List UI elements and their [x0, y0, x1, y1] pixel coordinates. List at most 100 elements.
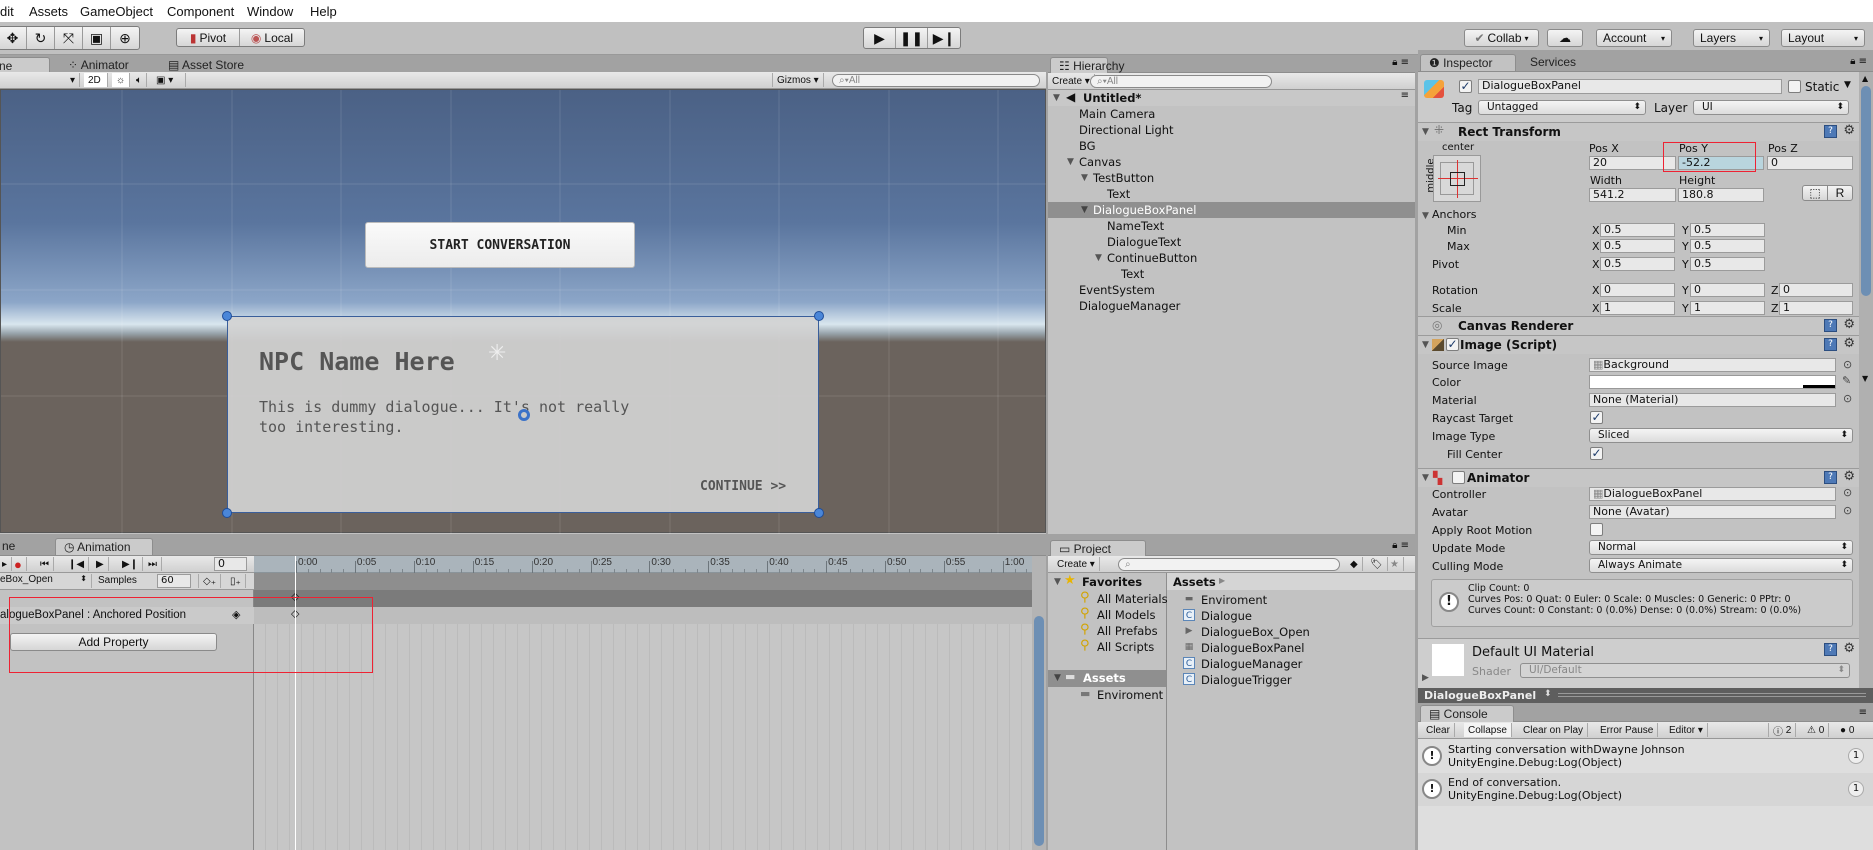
scene-menu-icon[interactable]: ≡ — [1401, 90, 1409, 101]
lock-menu-icon[interactable]: 🔒︎ ≡ — [1392, 57, 1409, 68]
anchors-label[interactable]: Anchors — [1432, 208, 1477, 221]
filter-type-icon[interactable]: ◆ — [1346, 557, 1363, 571]
console-collapse-button[interactable]: Collapse — [1464, 723, 1512, 737]
step-icon[interactable]: ▶❙ — [928, 28, 960, 48]
next-keyframe-icon[interactable]: ▶❙ — [118, 557, 144, 571]
favorite-item[interactable]: ⚲ All Prefabs — [1048, 622, 1166, 639]
help-icon[interactable]: ? — [1824, 471, 1837, 484]
tab-inspector[interactable]: ❶ Inspector — [1420, 54, 1516, 71]
local-button[interactable]: ◉ Local — [240, 29, 304, 46]
expand-arrow-icon[interactable]: ▼ — [1081, 173, 1088, 183]
scale-z-field[interactable]: 1 — [1779, 301, 1853, 315]
hierarchy-item[interactable]: ▼ Canvas — [1048, 154, 1415, 170]
shading-dropdown[interactable]: ▾ — [0, 73, 80, 87]
favorite-item[interactable]: ⚲ All Scripts — [1048, 638, 1166, 655]
start-conversation-button[interactable]: START CONVERSATION — [365, 222, 635, 268]
warning-count-toggle[interactable]: ⚠ 0 — [1803, 723, 1830, 737]
time-ruler[interactable]: 0:00 0:05 0:10 0:15 0:20 0:25 0:30 0:35 0:40 0:45… — [254, 556, 1040, 573]
pivot-button[interactable]: ▮ Pivot — [177, 29, 240, 46]
pos-z-field[interactable]: 0 — [1767, 156, 1853, 170]
gear-icon[interactable]: ⚙ — [1843, 317, 1855, 332]
anchor-presets-button[interactable] — [1433, 155, 1481, 202]
object-name-field[interactable]: DialogueBoxPanel — [1478, 79, 1782, 94]
move-tool-icon[interactable]: ✥ — [0, 27, 27, 49]
menu-edit[interactable]: dit — [0, 4, 14, 19]
max-x-field[interactable]: 0.5 — [1600, 239, 1675, 253]
play-icon[interactable]: ▶ — [864, 28, 896, 48]
object-picker-icon[interactable]: ⊙ — [1843, 504, 1852, 517]
add-keyframe-icon[interactable]: ◇₊ — [198, 574, 221, 588]
console-clear-on-play-button[interactable]: Clear on Play — [1519, 723, 1589, 737]
clip-dropdown[interactable]: eBox_Open ⬍ — [0, 574, 92, 588]
menu-assets[interactable]: Assets — [29, 4, 68, 19]
pivot-handle-icon[interactable] — [518, 409, 530, 421]
rot-y-field[interactable]: 0 — [1690, 283, 1765, 297]
favorite-item[interactable]: ⚲ All Models — [1048, 606, 1166, 623]
layer-dropdown[interactable]: UI — [1693, 100, 1849, 115]
resize-handle-icon[interactable] — [814, 508, 824, 518]
cloud-button[interactable]: ☁ — [1547, 29, 1583, 47]
expand-arrow-icon[interactable]: ▼ — [1095, 253, 1102, 263]
height-field[interactable]: 180.8 — [1678, 188, 1764, 202]
assets-folder-row[interactable]: ▼ ▬ Assets — [1048, 670, 1166, 687]
rect-transform-header[interactable]: ▼ ⁜ Rect Transform ? ⚙ — [1418, 122, 1859, 141]
favorite-icon[interactable]: ★ — [1386, 557, 1404, 571]
account-dropdown[interactable]: Account ▾ — [1596, 29, 1672, 47]
min-x-field[interactable]: 0.5 — [1600, 223, 1675, 237]
scale-tool-icon[interactable]: ⤧ — [55, 27, 83, 49]
tab-animation[interactable]: ◷ Animation — [55, 538, 153, 555]
menu-window[interactable]: Window — [247, 4, 293, 19]
resize-handle-icon[interactable] — [222, 508, 232, 518]
first-keyframe-icon[interactable]: ⏮ — [36, 557, 54, 571]
anchor-icon[interactable]: ✳ — [488, 341, 506, 366]
gizmos-dropdown[interactable]: Gizmos ▾ — [772, 73, 824, 87]
play-animation-icon[interactable]: ▶ — [92, 557, 109, 571]
expand-arrow-icon[interactable]: ▼ — [1054, 577, 1061, 587]
animator-enabled-checkbox[interactable] — [1452, 471, 1465, 484]
update-mode-dropdown[interactable]: Normal — [1589, 540, 1853, 555]
project-file-item[interactable]: C DialogueManager — [1167, 656, 1415, 672]
tab-services[interactable]: Services — [1522, 54, 1584, 71]
hierarchy-item[interactable]: BG — [1048, 138, 1415, 154]
project-file-item[interactable]: ▶ DialogueBox_Open — [1167, 624, 1415, 640]
scene-search-input[interactable]: ⌕▾All — [832, 74, 1040, 87]
project-file-item[interactable]: ▬ Enviroment — [1167, 592, 1415, 608]
scale-y-field[interactable]: 1 — [1690, 301, 1765, 315]
samples-field[interactable]: 60 — [157, 574, 191, 588]
gear-icon[interactable]: ⚙ — [1843, 469, 1855, 484]
material-field[interactable]: None (Material) — [1589, 393, 1836, 407]
preview-bar[interactable]: DialogueBoxPanel ⬍ — [1418, 688, 1873, 703]
root-motion-checkbox[interactable] — [1590, 523, 1603, 536]
prev-keyframe-icon[interactable]: ❙◀ — [64, 557, 90, 571]
tab-project[interactable]: ▭ Project — [1050, 540, 1146, 557]
scrollbar-thumb[interactable] — [1034, 616, 1044, 846]
hierarchy-item[interactable]: Text — [1048, 266, 1415, 282]
inspector-scrollbar[interactable]: ▲ ▼ — [1859, 72, 1873, 688]
dopesheet-scrollbar[interactable] — [1032, 556, 1046, 850]
gear-icon[interactable]: ⚙ — [1843, 123, 1855, 138]
hierarchy-item[interactable]: Main Camera — [1048, 106, 1415, 122]
lock-menu-icon[interactable]: 🔒︎ ≡ — [1392, 540, 1409, 551]
image-header[interactable]: ▼ ✓ Image (Script) ? ⚙ — [1418, 335, 1859, 354]
project-file-item[interactable]: C Dialogue — [1167, 608, 1415, 624]
expand-arrow-icon[interactable]: ▼ — [1081, 205, 1088, 215]
console-entry[interactable]: ! Starting conversation withDwayne Johnso… — [1418, 740, 1873, 773]
console-menu-icon[interactable]: ≡ — [1859, 707, 1867, 718]
hierarchy-create-button[interactable]: Create ▾ — [1048, 74, 1095, 88]
effects-icon[interactable]: ▣ ▾ — [152, 73, 186, 87]
hierarchy-item[interactable]: ▼ TestButton — [1048, 170, 1415, 186]
breadcrumb-assets[interactable]: Assets — [1173, 575, 1216, 589]
help-icon[interactable]: ? — [1824, 319, 1837, 332]
project-create-button[interactable]: Create ▾ — [1053, 557, 1100, 571]
continue-button[interactable]: CONTINUE >> — [700, 479, 786, 494]
scrollbar-thumb[interactable] — [1861, 86, 1871, 296]
controller-field[interactable]: ▦DialogueBoxPanel — [1589, 487, 1836, 501]
resize-handle-icon[interactable] — [814, 311, 824, 321]
rot-z-field[interactable]: 0 — [1779, 283, 1853, 297]
object-picker-icon[interactable]: ⊙ — [1843, 392, 1852, 405]
hierarchy-item[interactable]: Text — [1048, 186, 1415, 202]
blueprint-mode-button[interactable]: ⬚ — [1802, 185, 1828, 201]
rect-tool-icon[interactable]: ▣ — [83, 27, 111, 49]
console-entry[interactable]: ! End of conversation. UnityEngine.Debug:L… — [1418, 773, 1873, 806]
resize-handle-icon[interactable] — [222, 311, 232, 321]
